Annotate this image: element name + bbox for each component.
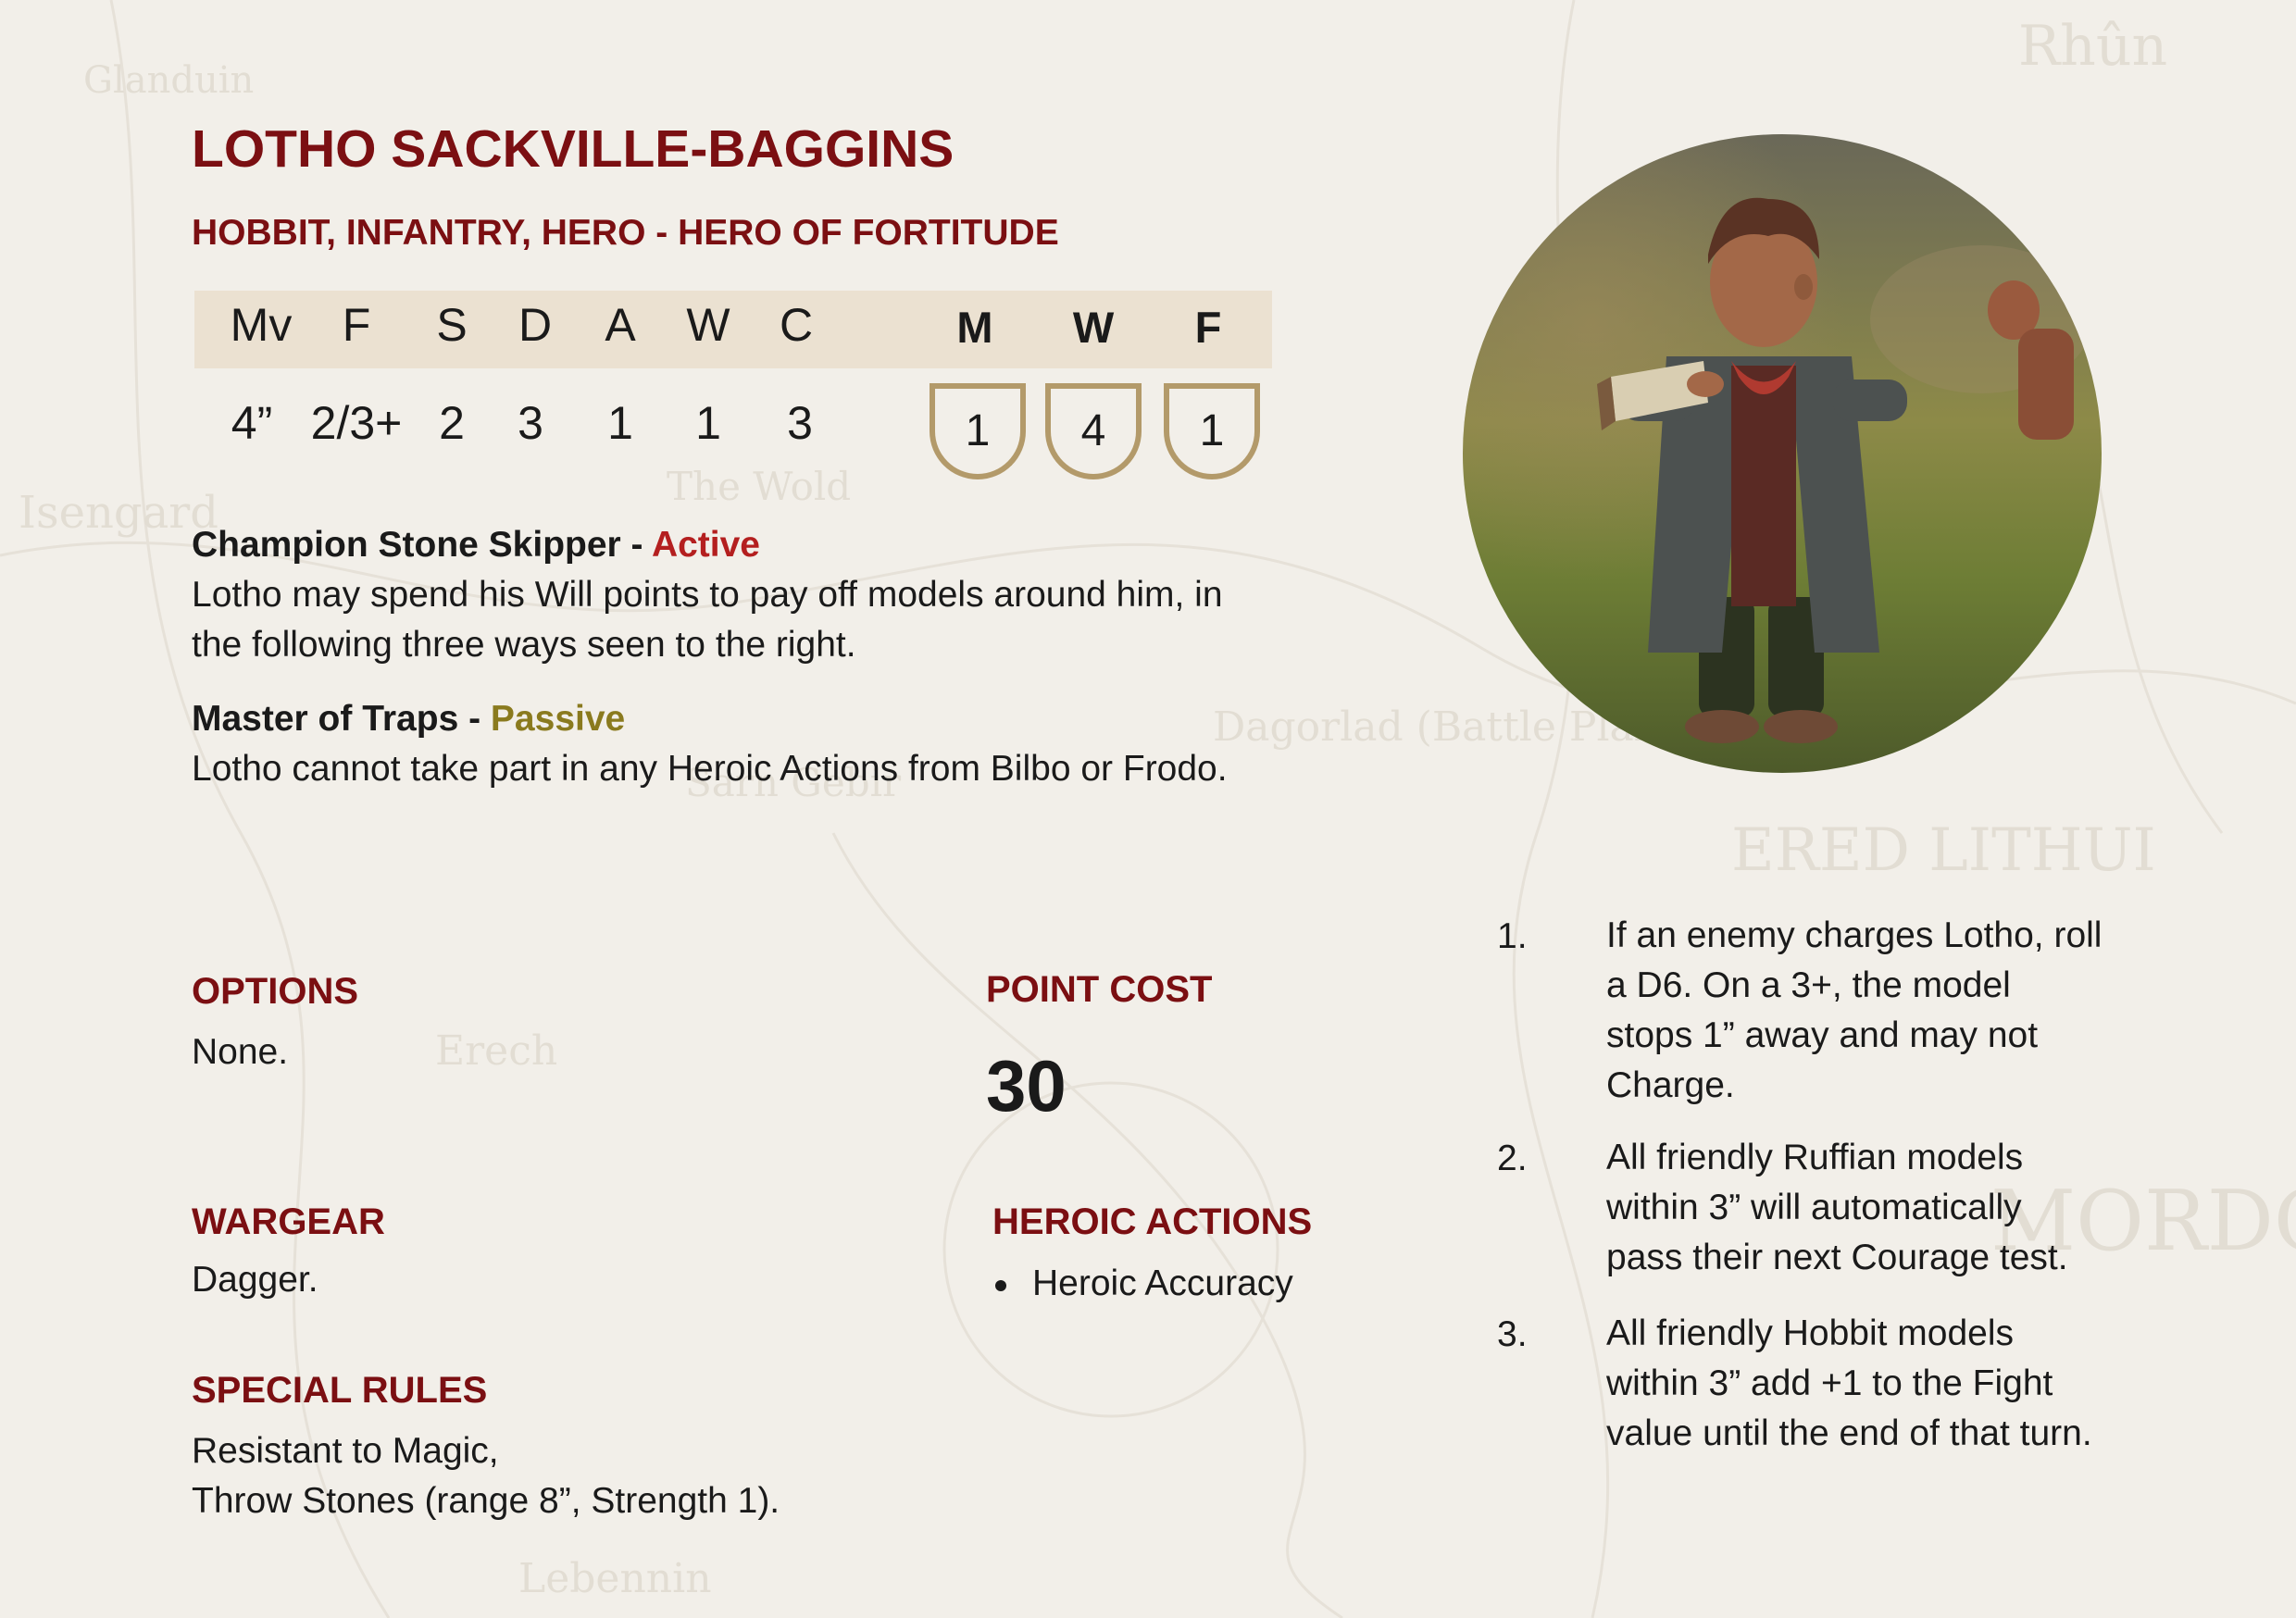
stat-header-wounds: W — [686, 299, 730, 351]
rule-name: Champion Stone Skipper - — [192, 525, 652, 565]
list-item-line: value until the end of that turn. — [1606, 1413, 2092, 1453]
character-name: LOTHO SACKVILLE-BAGGINS — [192, 119, 955, 179]
list-item-line: within 3” will automatically — [1606, 1188, 2022, 1227]
stat-value-wounds: 1 — [695, 397, 721, 449]
options-heading: OPTIONS — [192, 971, 359, 1012]
rule-type-passive: Passive — [490, 699, 626, 739]
character-portrait — [1463, 134, 2102, 773]
stat-header-will: W — [1072, 303, 1115, 352]
svg-text:The Wold: The Wold — [667, 464, 851, 509]
list-number: 3. — [1497, 1314, 1528, 1354]
stat-value-move: 4” — [231, 397, 273, 449]
rule-master-of-traps: Master of Traps - Passive Lotho cannot t… — [192, 694, 1228, 794]
heroic-action-label: Heroic Accuracy — [1032, 1263, 1293, 1303]
special-rules-heading: SPECIAL RULES — [192, 1370, 488, 1411]
stat-header-move: Mv — [230, 299, 293, 351]
will-shield: 4 — [1045, 383, 1142, 479]
heroic-action-item: Heroic Accuracy — [995, 1259, 1293, 1309]
list-item-line: All friendly Ruffian models — [1606, 1138, 2024, 1177]
stat-header-fight: F — [342, 299, 371, 351]
stat-header-might: M — [956, 303, 993, 352]
stat-header-fate: F — [1194, 303, 1222, 352]
rule-text-line: the following three ways seen to the rig… — [192, 625, 856, 665]
options-value: None. — [192, 1032, 289, 1072]
stat-header-attacks: A — [605, 299, 636, 351]
fate-shield: 1 — [1164, 383, 1260, 479]
stat-value-attacks: 1 — [607, 397, 633, 449]
rule-type-active: Active — [651, 525, 760, 565]
might-shield: 1 — [930, 383, 1026, 479]
list-item-line: Charge. — [1606, 1065, 1735, 1105]
list-item: If an enemy charges Lotho, roll a D6. On… — [1606, 911, 2102, 1111]
svg-text:ERED LITHUI: ERED LITHUI — [1731, 816, 2156, 885]
svg-text:Erech: Erech — [435, 1027, 557, 1075]
keywords: HOBBIT, INFANTRY, HERO - HERO OF FORTITU… — [192, 213, 1059, 253]
heroic-actions-heading: HEROIC ACTIONS — [992, 1201, 1313, 1242]
rule-text-line: Lotho cannot take part in any Heroic Act… — [192, 749, 1228, 789]
list-item-line: All friendly Hobbit models — [1606, 1313, 2015, 1353]
stat-value-defence: 3 — [518, 397, 543, 449]
stat-header-courage: C — [779, 299, 814, 351]
list-item-line: pass their next Courage test. — [1606, 1238, 2068, 1277]
list-item-line: stops 1” away and may not — [1606, 1015, 2039, 1055]
list-item: All friendly Ruffian models within 3” wi… — [1606, 1133, 2068, 1283]
svg-text:Lebennin: Lebennin — [518, 1555, 712, 1602]
bullet-icon — [995, 1279, 1006, 1291]
point-cost-value: 30 — [986, 1045, 1067, 1126]
list-item-line: within 3” add +1 to the Fight — [1606, 1363, 2053, 1403]
svg-text:Isengard: Isengard — [19, 487, 218, 539]
special-rule-line: Resistant to Magic, — [192, 1431, 499, 1471]
wargear-heading: WARGEAR — [192, 1201, 385, 1242]
stat-value-courage: 3 — [787, 397, 813, 449]
svg-text:Rhûn: Rhûn — [2018, 14, 2167, 79]
special-rules-list: Resistant to Magic, Throw Stones (range … — [192, 1426, 780, 1526]
special-rule-line: Throw Stones (range 8”, Strength 1). — [192, 1481, 780, 1521]
rule-name: Master of Traps - — [192, 699, 491, 739]
list-number: 1. — [1497, 916, 1528, 956]
stat-value-fight: 2/3+ — [310, 397, 403, 449]
svg-text:Glanduin: Glanduin — [83, 59, 254, 102]
list-item: All friendly Hobbit models within 3” add… — [1606, 1309, 2092, 1459]
point-cost-heading: POINT COST — [986, 969, 1213, 1010]
list-number: 2. — [1497, 1139, 1528, 1178]
rule-champion-stone-skipper: Champion Stone Skipper - Active Lotho ma… — [192, 520, 1223, 670]
list-item-line: a D6. On a 3+, the model — [1606, 965, 2011, 1005]
wargear-value: Dagger. — [192, 1260, 318, 1300]
list-item-line: If an enemy charges Lotho, roll — [1606, 915, 2103, 955]
rule-text-line: Lotho may spend his Will points to pay o… — [192, 575, 1223, 615]
